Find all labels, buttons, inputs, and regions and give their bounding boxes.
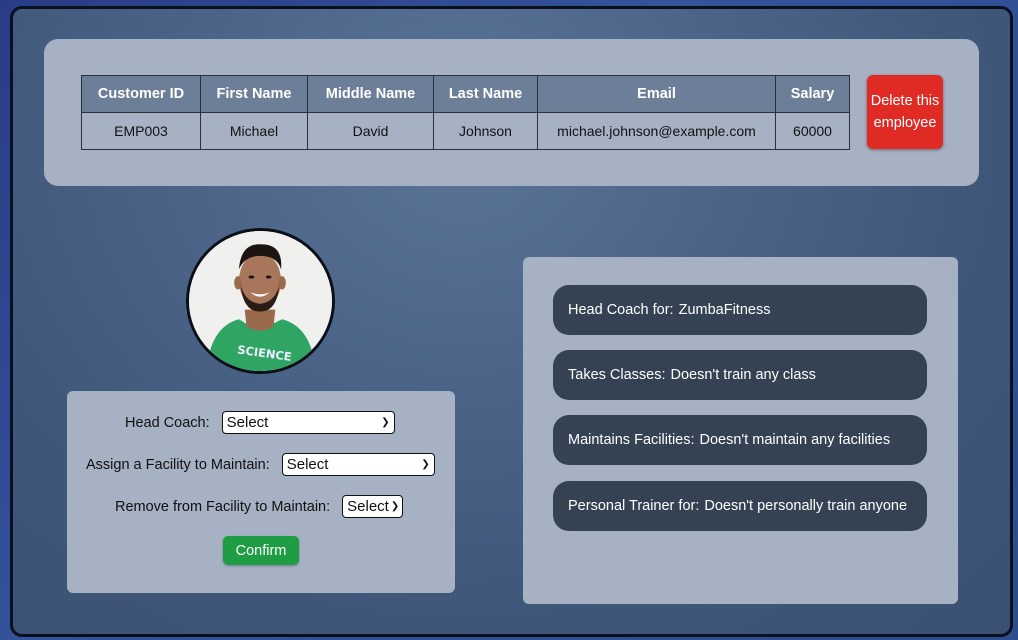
head-coach-label: Head Coach:: [125, 414, 210, 431]
column-header-last-name: Last Name: [433, 75, 538, 113]
head-coach-info: Head Coach for: ZumbaFitness: [553, 285, 927, 335]
remove-facility-label: Remove from Facility to Maintain:: [115, 498, 331, 515]
assign-facility-select[interactable]: Select ❯: [281, 453, 435, 476]
employee-info-card: Head Coach for: ZumbaFitness Takes Class…: [523, 257, 958, 604]
cell-email: michael.johnson@example.com: [537, 112, 776, 150]
head-coach-row: Head Coach: Select ❯: [125, 411, 395, 434]
assign-facility-select-value: Select: [286, 456, 329, 473]
cell-customer-id: EMP003: [81, 112, 201, 150]
cell-last-name: Johnson: [433, 112, 538, 150]
maintains-facilities-info: Maintains Facilities: Doesn't maintain a…: [553, 415, 927, 465]
takes-classes-info: Takes Classes: Doesn't train any class: [553, 350, 927, 400]
assign-facility-row: Assign a Facility to Maintain: Select ❯: [86, 453, 435, 476]
head-coach-info-label: Head Coach for:: [568, 302, 674, 318]
remove-facility-select[interactable]: Select ❯: [342, 495, 404, 518]
confirm-button[interactable]: Confirm: [223, 536, 299, 565]
head-coach-select[interactable]: Select ❯: [221, 411, 395, 434]
takes-classes-info-value: Doesn't train any class: [670, 367, 816, 383]
column-header-customer-id: Customer ID: [81, 75, 201, 113]
employee-table: Customer ID First Name Middle Name Last …: [81, 75, 850, 150]
cell-first-name: Michael: [200, 112, 308, 150]
avatar: SCIENCE: [186, 228, 335, 374]
table-header-row: Customer ID First Name Middle Name Last …: [81, 75, 850, 113]
personal-trainer-info-label: Personal Trainer for:: [568, 498, 700, 514]
remove-facility-row: Remove from Facility to Maintain: Select…: [115, 495, 404, 518]
employee-photo-icon: SCIENCE: [189, 231, 332, 371]
takes-classes-info-label: Takes Classes:: [568, 367, 666, 383]
column-header-first-name: First Name: [200, 75, 308, 113]
head-coach-info-value: ZumbaFitness: [678, 302, 771, 318]
table-row: EMP003 Michael David Johnson michael.joh…: [81, 112, 850, 150]
head-coach-select-value: Select: [226, 414, 269, 431]
cell-salary: 60000: [775, 112, 850, 150]
column-header-email: Email: [537, 75, 776, 113]
maintains-facilities-info-value: Doesn't maintain any facilities: [699, 432, 891, 448]
employee-card: Customer ID First Name Middle Name Last …: [44, 39, 979, 186]
column-header-salary: Salary: [775, 75, 850, 113]
cell-middle-name: David: [307, 112, 434, 150]
chevron-down-icon: ❯: [421, 459, 430, 470]
chevron-down-icon: ❯: [390, 501, 400, 512]
app-frame: Customer ID First Name Middle Name Last …: [10, 6, 1013, 637]
personal-trainer-info: Personal Trainer for: Doesn't personally…: [553, 481, 927, 531]
personal-trainer-info-value: Doesn't personally train anyone: [704, 498, 908, 514]
column-header-middle-name: Middle Name: [307, 75, 434, 113]
assignment-form: Head Coach: Select ❯ Assign a Facility t…: [67, 391, 455, 593]
assign-facility-label: Assign a Facility to Maintain:: [86, 456, 270, 473]
maintains-facilities-info-label: Maintains Facilities:: [568, 432, 695, 448]
chevron-down-icon: ❯: [381, 417, 390, 428]
remove-facility-select-value: Select: [347, 498, 389, 515]
delete-employee-button[interactable]: Delete this employee: [867, 75, 943, 149]
